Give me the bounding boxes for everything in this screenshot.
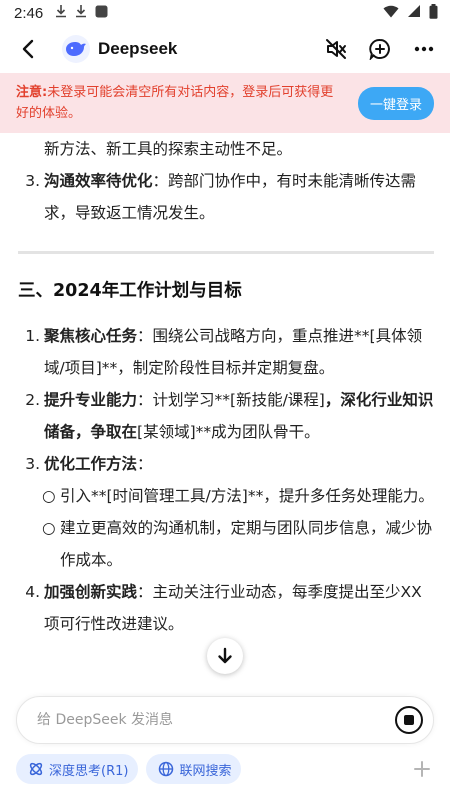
- list-item-text: [某领域]**成为团队骨干。: [137, 423, 320, 441]
- plus-icon: [414, 761, 430, 777]
- speaker-muted-icon: [326, 39, 346, 59]
- wifi-icon: [383, 5, 399, 22]
- app-bar: Deepseek: [0, 26, 450, 72]
- sub-list-item-text: 引入**[时间管理工具/方法]**，提升多任务处理能力。: [60, 487, 434, 505]
- section-divider: [18, 251, 434, 254]
- list-item-bold: 沟通效率待优化: [44, 172, 153, 190]
- download-icon: [75, 4, 87, 22]
- download-icon: [55, 4, 67, 22]
- battery-icon: [429, 3, 438, 23]
- message-composer: [16, 696, 434, 744]
- stop-icon: [404, 715, 414, 725]
- list-item-bold: 加强创新实践: [44, 583, 138, 601]
- list-number: 3.: [25, 455, 40, 473]
- new-chat-icon: [369, 38, 390, 60]
- list-number: 3.: [25, 172, 40, 190]
- list-item: 1. 聚焦核心任务：围绕公司战略方向，重点推进**[具体领域/项目]**，制定阶…: [18, 320, 434, 384]
- signal-icon: [407, 4, 421, 22]
- notice-label: 注意:: [16, 85, 48, 100]
- deep-think-toggle[interactable]: 深度思考(R1): [16, 754, 139, 784]
- list-number: 1.: [25, 327, 40, 345]
- composer-options: 深度思考(R1) 联网搜索: [16, 754, 434, 784]
- deepseek-logo: [62, 35, 90, 63]
- list-item: 2. 提升专业能力：计划学习**[新技能/课程]，深化行业知识储备，争取在[某领…: [18, 384, 434, 448]
- hollow-bullet-icon: ○: [42, 519, 56, 537]
- sub-list-item: ○ 引入**[时间管理工具/方法]**，提升多任务处理能力。: [18, 480, 434, 512]
- list-number: 2.: [25, 391, 40, 409]
- app-title: Deepseek: [98, 39, 178, 58]
- more-button[interactable]: [412, 37, 436, 61]
- web-search-toggle[interactable]: 联网搜索: [146, 754, 242, 784]
- list-item-text: ：: [137, 455, 153, 473]
- list-item-bold: 聚焦核心任务: [44, 327, 138, 345]
- notice-text: 注意:未登录可能会清空所有对话内容，登录后可获得更好的体验。: [16, 82, 336, 124]
- list-item: 3. 优化工作方法：: [18, 448, 434, 480]
- list-item-text: ：计划学习**[新技能/课程]: [137, 391, 325, 409]
- notice-message: 未登录可能会清空所有对话内容，登录后可获得更好的体验。: [16, 85, 334, 121]
- more-dots-icon: [414, 46, 434, 52]
- list-item-bold: 提升专业能力: [44, 391, 138, 409]
- globe-icon: [159, 761, 174, 777]
- stop-generation-button[interactable]: [395, 706, 423, 734]
- web-search-label: 联网搜索: [179, 763, 232, 779]
- list-number: 4.: [25, 583, 40, 601]
- hollow-bullet-icon: ○: [42, 487, 56, 505]
- sub-list-item: ○ 建立更高效的沟通机制，定期与团队同步信息，减少协作成本。: [18, 512, 434, 576]
- one-click-login-button[interactable]: 一键登录: [357, 86, 434, 120]
- arrow-down-icon: [218, 647, 232, 664]
- list-item: 4. 加强创新实践：主动关注行业动态，每季度提出至少XX项可行性改进建议。: [18, 576, 434, 640]
- new-chat-button[interactable]: [368, 37, 392, 61]
- notification-square-icon: [95, 5, 108, 22]
- whale-logo-icon: [66, 42, 86, 56]
- continuation-text: 新方法、新工具的探索主动性不足。: [44, 140, 293, 158]
- chat-message-content: 新方法、新工具的探索主动性不足。 3. 沟通效率待优化：跨部门协作中，有时未能清…: [0, 133, 450, 693]
- attach-button[interactable]: [410, 757, 434, 781]
- mute-button[interactable]: [324, 37, 348, 61]
- section-heading: 三、2024年工作计划与目标: [18, 281, 242, 301]
- sub-list-item-text: 建立更高效的沟通机制，定期与团队同步信息，减少协作成本。: [60, 519, 433, 569]
- list-item: 3. 沟通效率待优化：跨部门协作中，有时未能清晰传达需求，导致返工情况发生。: [18, 165, 434, 229]
- list-item-bold: 优化工作方法: [44, 455, 138, 473]
- deep-think-label: 深度思考(R1): [49, 763, 129, 779]
- status-time: 2:46: [14, 4, 44, 22]
- login-notice-banner: 注意:未登录可能会清空所有对话内容，登录后可获得更好的体验。 一键登录: [0, 73, 450, 133]
- status-bar: 2:46: [0, 0, 450, 26]
- back-button[interactable]: [14, 35, 42, 63]
- message-input[interactable]: [37, 712, 395, 728]
- back-arrow-icon: [22, 39, 34, 59]
- atom-icon: [29, 762, 43, 776]
- scroll-to-bottom-button[interactable]: [207, 638, 243, 674]
